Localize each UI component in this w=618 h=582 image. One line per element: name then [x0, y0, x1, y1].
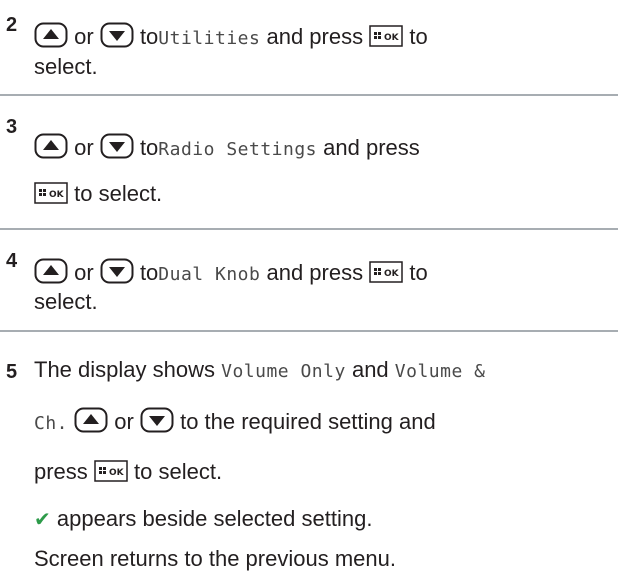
- down-arrow-key-icon: [100, 22, 134, 48]
- ok-key-label: OK: [49, 190, 65, 200]
- step-text: to: [139, 260, 159, 285]
- option-volume-ch: Volume &: [394, 361, 486, 382]
- step-text: to: [139, 135, 159, 160]
- step-3-line-2: OK to select.: [34, 180, 162, 208]
- step-4-line-2: select.: [34, 288, 98, 316]
- step-5-line-3: press OK to select.: [34, 458, 222, 486]
- step-number: 2: [6, 14, 18, 36]
- step-text: and: [351, 357, 389, 382]
- step-text: to: [409, 24, 428, 49]
- step-text: appears beside selected setting.: [56, 506, 373, 531]
- divider: [0, 228, 618, 230]
- step-text: select.: [34, 289, 98, 314]
- menu-item-dual-knob: Dual Knob: [158, 264, 261, 285]
- step-text: Screen returns to the previous menu.: [34, 546, 396, 571]
- step-text: select.: [34, 54, 98, 79]
- step-text: and press: [266, 24, 364, 49]
- divider: [0, 330, 618, 332]
- step-2-line-2: select.: [34, 53, 98, 81]
- up-arrow-key-icon: [34, 258, 68, 284]
- menu-item-radio-settings: Radio Settings: [158, 139, 318, 160]
- down-arrow-key-icon: [140, 407, 174, 433]
- menu-ok-key-icon: OK: [94, 460, 128, 482]
- step-number: 4: [6, 250, 18, 272]
- step-5-line-2: Ch. or to the required setting and: [34, 407, 436, 438]
- step-text: to select.: [74, 181, 163, 206]
- ok-key-label: OK: [384, 33, 400, 43]
- checkmark-icon: ✔: [34, 509, 51, 531]
- menu-item-utilities: Utilities: [158, 28, 261, 49]
- step-5-line-4: ✔ appears beside selected setting.: [34, 505, 372, 534]
- option-volume-only: Volume Only: [221, 361, 346, 382]
- step-text: to the required setting and: [180, 409, 436, 434]
- step-number: 5: [6, 361, 18, 383]
- ok-key-label: OK: [384, 269, 400, 279]
- menu-ok-key-icon: OK: [369, 25, 403, 47]
- option-volume-ch-cont: Ch.: [34, 413, 69, 434]
- step-text: to select.: [134, 459, 223, 484]
- step-text: or: [114, 409, 134, 434]
- menu-ok-key-icon: OK: [369, 261, 403, 283]
- step-text: or: [74, 135, 94, 160]
- step-text: The display shows: [34, 357, 215, 382]
- step-number: 3: [6, 116, 18, 138]
- step-3-line-1: or toRadio Settings and press: [34, 133, 420, 164]
- down-arrow-key-icon: [100, 133, 134, 159]
- step-text: and press: [323, 135, 420, 160]
- step-text: to: [409, 260, 428, 285]
- ok-key-label: OK: [109, 468, 125, 478]
- step-text: press: [34, 459, 88, 484]
- step-text: or: [74, 260, 94, 285]
- menu-ok-key-icon: OK: [34, 182, 68, 204]
- down-arrow-key-icon: [100, 258, 134, 284]
- up-arrow-key-icon: [34, 133, 68, 159]
- step-text: and press: [266, 260, 364, 285]
- step-4-line-1: or toDual Knob and press OK to: [34, 258, 428, 289]
- up-arrow-key-icon: [34, 22, 68, 48]
- step-5-line-5: Screen returns to the previous menu.: [34, 545, 396, 573]
- step-text: or: [74, 24, 94, 49]
- step-5-line-1: The display shows Volume Only and Volume…: [34, 356, 486, 386]
- divider: [0, 94, 618, 96]
- step-2-line-1: or toUtilities and press OK to: [34, 22, 428, 53]
- up-arrow-key-icon: [74, 407, 108, 433]
- step-text: to: [139, 24, 159, 49]
